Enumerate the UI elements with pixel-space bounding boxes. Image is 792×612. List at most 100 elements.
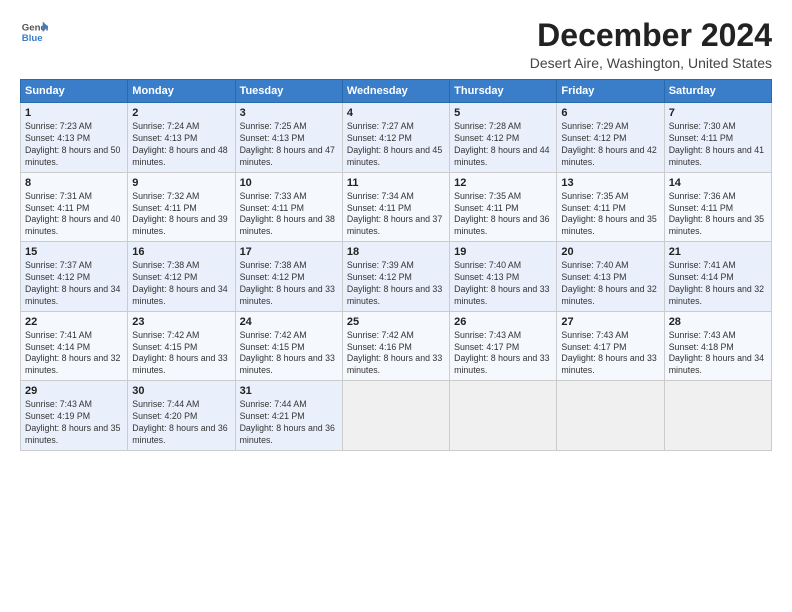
day-info: Sunrise: 7:43 AM Sunset: 4:17 PM Dayligh… — [454, 330, 552, 378]
table-row: 11 Sunrise: 7:34 AM Sunset: 4:11 PM Dayl… — [342, 172, 449, 242]
day-number: 7 — [669, 107, 767, 119]
day-info: Sunrise: 7:40 AM Sunset: 4:13 PM Dayligh… — [561, 260, 659, 308]
day-number: 30 — [132, 385, 230, 397]
day-info: Sunrise: 7:38 AM Sunset: 4:12 PM Dayligh… — [132, 260, 230, 308]
day-info: Sunrise: 7:41 AM Sunset: 4:14 PM Dayligh… — [25, 330, 123, 378]
col-thursday: Thursday — [450, 80, 557, 103]
table-row: 5 Sunrise: 7:28 AM Sunset: 4:12 PM Dayli… — [450, 103, 557, 173]
table-row: 13 Sunrise: 7:35 AM Sunset: 4:11 PM Dayl… — [557, 172, 664, 242]
day-number: 15 — [25, 246, 123, 258]
day-number: 9 — [132, 177, 230, 189]
day-info: Sunrise: 7:31 AM Sunset: 4:11 PM Dayligh… — [25, 191, 123, 239]
table-row: 8 Sunrise: 7:31 AM Sunset: 4:11 PM Dayli… — [21, 172, 128, 242]
day-info: Sunrise: 7:44 AM Sunset: 4:21 PM Dayligh… — [240, 399, 338, 447]
col-tuesday: Tuesday — [235, 80, 342, 103]
table-row: 9 Sunrise: 7:32 AM Sunset: 4:11 PM Dayli… — [128, 172, 235, 242]
table-row — [557, 381, 664, 451]
day-number: 10 — [240, 177, 338, 189]
day-number: 5 — [454, 107, 552, 119]
day-number: 20 — [561, 246, 659, 258]
table-row: 28 Sunrise: 7:43 AM Sunset: 4:18 PM Dayl… — [664, 311, 771, 381]
table-row: 24 Sunrise: 7:42 AM Sunset: 4:15 PM Dayl… — [235, 311, 342, 381]
day-info: Sunrise: 7:44 AM Sunset: 4:20 PM Dayligh… — [132, 399, 230, 447]
table-row — [342, 381, 449, 451]
table-row: 10 Sunrise: 7:33 AM Sunset: 4:11 PM Dayl… — [235, 172, 342, 242]
day-info: Sunrise: 7:39 AM Sunset: 4:12 PM Dayligh… — [347, 260, 445, 308]
table-row: 18 Sunrise: 7:39 AM Sunset: 4:12 PM Dayl… — [342, 242, 449, 312]
day-info: Sunrise: 7:43 AM Sunset: 4:17 PM Dayligh… — [561, 330, 659, 378]
table-row: 30 Sunrise: 7:44 AM Sunset: 4:20 PM Dayl… — [128, 381, 235, 451]
table-row: 23 Sunrise: 7:42 AM Sunset: 4:15 PM Dayl… — [128, 311, 235, 381]
day-number: 21 — [669, 246, 767, 258]
day-info: Sunrise: 7:42 AM Sunset: 4:15 PM Dayligh… — [240, 330, 338, 378]
col-friday: Friday — [557, 80, 664, 103]
table-row — [664, 381, 771, 451]
day-info: Sunrise: 7:43 AM Sunset: 4:18 PM Dayligh… — [669, 330, 767, 378]
table-row: 20 Sunrise: 7:40 AM Sunset: 4:13 PM Dayl… — [557, 242, 664, 312]
day-number: 31 — [240, 385, 338, 397]
day-number: 3 — [240, 107, 338, 119]
day-number: 12 — [454, 177, 552, 189]
page: General Blue December 2024 Desert Aire, … — [0, 0, 792, 612]
col-saturday: Saturday — [664, 80, 771, 103]
day-number: 2 — [132, 107, 230, 119]
day-info: Sunrise: 7:43 AM Sunset: 4:19 PM Dayligh… — [25, 399, 123, 447]
table-row: 22 Sunrise: 7:41 AM Sunset: 4:14 PM Dayl… — [21, 311, 128, 381]
day-number: 28 — [669, 316, 767, 328]
location: Desert Aire, Washington, United States — [530, 55, 772, 71]
svg-text:Blue: Blue — [22, 33, 43, 44]
col-sunday: Sunday — [21, 80, 128, 103]
table-row: 3 Sunrise: 7:25 AM Sunset: 4:13 PM Dayli… — [235, 103, 342, 173]
day-number: 11 — [347, 177, 445, 189]
table-row: 19 Sunrise: 7:40 AM Sunset: 4:13 PM Dayl… — [450, 242, 557, 312]
day-info: Sunrise: 7:35 AM Sunset: 4:11 PM Dayligh… — [454, 191, 552, 239]
day-number: 27 — [561, 316, 659, 328]
day-info: Sunrise: 7:30 AM Sunset: 4:11 PM Dayligh… — [669, 121, 767, 169]
day-number: 8 — [25, 177, 123, 189]
calendar-header-row: Sunday Monday Tuesday Wednesday Thursday… — [21, 80, 772, 103]
day-info: Sunrise: 7:33 AM Sunset: 4:11 PM Dayligh… — [240, 191, 338, 239]
day-info: Sunrise: 7:32 AM Sunset: 4:11 PM Dayligh… — [132, 191, 230, 239]
table-row — [450, 381, 557, 451]
col-wednesday: Wednesday — [342, 80, 449, 103]
day-number: 17 — [240, 246, 338, 258]
logo: General Blue — [20, 18, 48, 46]
day-info: Sunrise: 7:23 AM Sunset: 4:13 PM Dayligh… — [25, 121, 123, 169]
day-info: Sunrise: 7:40 AM Sunset: 4:13 PM Dayligh… — [454, 260, 552, 308]
table-row: 31 Sunrise: 7:44 AM Sunset: 4:21 PM Dayl… — [235, 381, 342, 451]
day-info: Sunrise: 7:35 AM Sunset: 4:11 PM Dayligh… — [561, 191, 659, 239]
day-number: 26 — [454, 316, 552, 328]
day-number: 24 — [240, 316, 338, 328]
table-row: 7 Sunrise: 7:30 AM Sunset: 4:11 PM Dayli… — [664, 103, 771, 173]
day-info: Sunrise: 7:41 AM Sunset: 4:14 PM Dayligh… — [669, 260, 767, 308]
table-row: 21 Sunrise: 7:41 AM Sunset: 4:14 PM Dayl… — [664, 242, 771, 312]
table-row: 25 Sunrise: 7:42 AM Sunset: 4:16 PM Dayl… — [342, 311, 449, 381]
calendar: Sunday Monday Tuesday Wednesday Thursday… — [20, 79, 772, 451]
day-number: 29 — [25, 385, 123, 397]
day-number: 19 — [454, 246, 552, 258]
day-number: 22 — [25, 316, 123, 328]
day-number: 13 — [561, 177, 659, 189]
table-row: 29 Sunrise: 7:43 AM Sunset: 4:19 PM Dayl… — [21, 381, 128, 451]
day-number: 25 — [347, 316, 445, 328]
day-info: Sunrise: 7:27 AM Sunset: 4:12 PM Dayligh… — [347, 121, 445, 169]
day-info: Sunrise: 7:24 AM Sunset: 4:13 PM Dayligh… — [132, 121, 230, 169]
table-row: 2 Sunrise: 7:24 AM Sunset: 4:13 PM Dayli… — [128, 103, 235, 173]
table-row: 26 Sunrise: 7:43 AM Sunset: 4:17 PM Dayl… — [450, 311, 557, 381]
day-info: Sunrise: 7:42 AM Sunset: 4:16 PM Dayligh… — [347, 330, 445, 378]
logo-icon: General Blue — [20, 18, 48, 46]
day-info: Sunrise: 7:42 AM Sunset: 4:15 PM Dayligh… — [132, 330, 230, 378]
day-number: 4 — [347, 107, 445, 119]
table-row: 27 Sunrise: 7:43 AM Sunset: 4:17 PM Dayl… — [557, 311, 664, 381]
day-info: Sunrise: 7:34 AM Sunset: 4:11 PM Dayligh… — [347, 191, 445, 239]
day-info: Sunrise: 7:38 AM Sunset: 4:12 PM Dayligh… — [240, 260, 338, 308]
day-info: Sunrise: 7:25 AM Sunset: 4:13 PM Dayligh… — [240, 121, 338, 169]
table-row: 12 Sunrise: 7:35 AM Sunset: 4:11 PM Dayl… — [450, 172, 557, 242]
day-number: 18 — [347, 246, 445, 258]
table-row: 4 Sunrise: 7:27 AM Sunset: 4:12 PM Dayli… — [342, 103, 449, 173]
month-title: December 2024 — [530, 18, 772, 53]
table-row: 16 Sunrise: 7:38 AM Sunset: 4:12 PM Dayl… — [128, 242, 235, 312]
title-block: December 2024 Desert Aire, Washington, U… — [530, 18, 772, 71]
day-info: Sunrise: 7:37 AM Sunset: 4:12 PM Dayligh… — [25, 260, 123, 308]
day-number: 1 — [25, 107, 123, 119]
